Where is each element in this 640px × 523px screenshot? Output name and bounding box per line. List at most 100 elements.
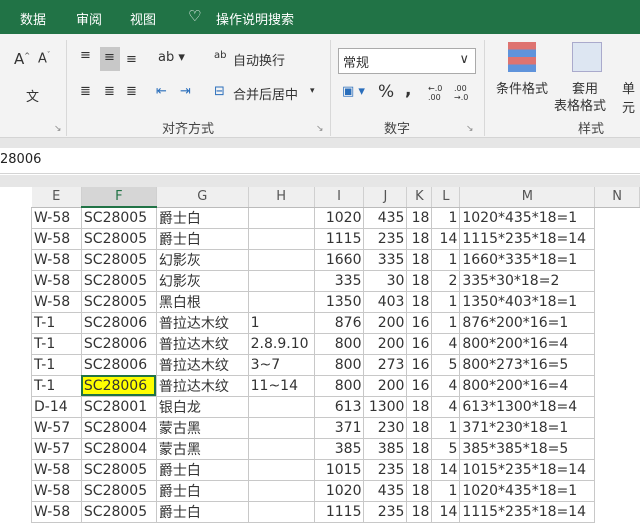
column-header-F[interactable]: F bbox=[81, 187, 157, 208]
cell-G[interactable]: 普拉达木纹 bbox=[155, 332, 249, 355]
cell-G[interactable]: 黑白根 bbox=[155, 290, 249, 313]
cell-N[interactable] bbox=[595, 438, 640, 459]
tell-me-search[interactable]: 操作说明搜索 bbox=[216, 9, 294, 28]
decrease-font-icon[interactable]: Aˇ bbox=[38, 51, 50, 66]
cell-N[interactable] bbox=[595, 291, 640, 312]
number-format-select[interactable]: 常规 ∨ bbox=[338, 48, 476, 74]
percent-button[interactable]: % bbox=[378, 82, 394, 102]
cell-E[interactable]: W-58 bbox=[31, 458, 82, 481]
cell-F[interactable]: SC28005 bbox=[80, 479, 157, 502]
align-right-icon[interactable]: ≣ bbox=[126, 84, 137, 99]
table-format-button-2[interactable]: 表格格式 bbox=[554, 95, 606, 114]
cell-H[interactable] bbox=[247, 269, 315, 292]
align-left-icon[interactable]: ≣ bbox=[80, 84, 91, 99]
cell-E[interactable]: T-1 bbox=[31, 311, 82, 334]
column-header-I[interactable]: I bbox=[314, 187, 365, 208]
cell-J[interactable]: 235 bbox=[363, 458, 408, 481]
cell-J[interactable]: 200 bbox=[363, 332, 408, 355]
cell-M[interactable]: 371*230*18=1 bbox=[459, 416, 596, 439]
cell-H[interactable] bbox=[247, 437, 315, 460]
chevron-down-icon[interactable]: ▾ bbox=[310, 86, 315, 96]
cell-L[interactable]: 1 bbox=[431, 290, 461, 313]
cell-N[interactable] bbox=[595, 396, 640, 417]
cell-L[interactable]: 14 bbox=[431, 458, 461, 481]
conditional-format-button[interactable]: 条件格式 bbox=[496, 78, 548, 97]
cell-E[interactable]: D-14 bbox=[31, 395, 82, 418]
cell-F[interactable]: SC28006 bbox=[80, 332, 157, 355]
cell-I[interactable]: 800 bbox=[313, 353, 365, 376]
cell-G[interactable]: 普拉达木纹 bbox=[155, 311, 249, 334]
cell-N[interactable] bbox=[595, 459, 640, 480]
cell-F[interactable]: SC28006 bbox=[80, 311, 157, 334]
cell-I[interactable]: 1115 bbox=[313, 500, 365, 523]
cell-F[interactable]: SC28004 bbox=[80, 437, 157, 460]
cell-M[interactable]: 385*385*18=5 bbox=[459, 437, 596, 460]
phonetic-icon[interactable]: 文 bbox=[26, 86, 39, 105]
cell-N[interactable] bbox=[595, 354, 640, 375]
cell-K[interactable]: 18 bbox=[406, 248, 433, 271]
cell-G[interactable]: 爵士白 bbox=[155, 227, 249, 250]
cell-E[interactable]: W-58 bbox=[31, 500, 82, 523]
cell-I[interactable]: 335 bbox=[313, 269, 365, 292]
cell-J[interactable]: 1300 bbox=[363, 395, 408, 418]
cell-I[interactable]: 1020 bbox=[313, 206, 365, 229]
comma-button[interactable]: , bbox=[405, 80, 411, 100]
cell-L[interactable]: 1 bbox=[431, 311, 461, 334]
formula-bar[interactable]: 28006 bbox=[0, 148, 640, 174]
column-header-M[interactable]: M bbox=[459, 187, 596, 208]
cell-J[interactable]: 273 bbox=[363, 353, 408, 376]
cell-N[interactable] bbox=[595, 480, 640, 501]
cell-F[interactable]: SC28005 bbox=[80, 290, 157, 313]
cell-J[interactable]: 403 bbox=[363, 290, 408, 313]
cell-E[interactable]: T-1 bbox=[31, 374, 82, 397]
cell-K[interactable]: 18 bbox=[406, 206, 433, 229]
cell-L[interactable]: 14 bbox=[431, 500, 461, 523]
align-top-icon[interactable]: ≡ bbox=[80, 48, 91, 63]
cell-I[interactable]: 800 bbox=[313, 374, 365, 397]
cell-I[interactable]: 800 bbox=[313, 332, 365, 355]
cell-M[interactable]: 800*200*16=4 bbox=[459, 332, 596, 355]
cell-F[interactable]: SC28005 bbox=[80, 269, 157, 292]
cell-K[interactable]: 18 bbox=[406, 416, 433, 439]
cell-G[interactable]: 蒙古黑 bbox=[155, 437, 249, 460]
cell-K[interactable]: 16 bbox=[406, 374, 433, 397]
cell-I[interactable]: 613 bbox=[313, 395, 365, 418]
cell-I[interactable]: 1015 bbox=[313, 458, 365, 481]
cell-K[interactable]: 16 bbox=[406, 311, 433, 334]
cell-M[interactable]: 800*200*16=4 bbox=[459, 374, 596, 397]
cell-M[interactable]: 1660*335*18=1 bbox=[459, 248, 596, 271]
cell-F[interactable]: SC28006 bbox=[80, 374, 157, 397]
wrap-text-button[interactable]: 自动换行 bbox=[233, 50, 285, 69]
decrease-decimal-button[interactable]: .00 →.0 bbox=[454, 84, 476, 102]
cell-H[interactable] bbox=[247, 458, 315, 481]
cell-L[interactable]: 5 bbox=[431, 437, 461, 460]
cell-K[interactable]: 18 bbox=[406, 269, 433, 292]
cell-H[interactable]: 3~7 bbox=[247, 353, 315, 376]
cell-K[interactable]: 18 bbox=[406, 395, 433, 418]
cell-H[interactable] bbox=[247, 290, 315, 313]
column-header-J[interactable]: J bbox=[363, 187, 408, 208]
cell-G[interactable]: 爵士白 bbox=[155, 206, 249, 229]
cell-M[interactable]: 1115*235*18=14 bbox=[459, 500, 596, 523]
cell-J[interactable]: 200 bbox=[363, 374, 408, 397]
cell-L[interactable]: 4 bbox=[431, 332, 461, 355]
cell-K[interactable]: 18 bbox=[406, 500, 433, 523]
cell-E[interactable]: W-57 bbox=[31, 437, 82, 460]
cell-E[interactable]: W-58 bbox=[31, 290, 82, 313]
cell-G[interactable]: 爵士白 bbox=[155, 500, 249, 523]
align-center-icon[interactable]: ≣ bbox=[104, 84, 115, 99]
align-middle-icon[interactable]: ≡ bbox=[104, 50, 115, 65]
cell-H[interactable]: 11~14 bbox=[247, 374, 315, 397]
cell-H[interactable] bbox=[247, 395, 315, 418]
cell-N[interactable] bbox=[595, 333, 640, 354]
cell-N[interactable] bbox=[595, 207, 640, 228]
increase-indent-icon[interactable]: ⇥ bbox=[180, 84, 191, 99]
cell-G[interactable]: 幻影灰 bbox=[155, 248, 249, 271]
cell-N[interactable] bbox=[595, 270, 640, 291]
cell-J[interactable]: 235 bbox=[363, 500, 408, 523]
cell-L[interactable]: 4 bbox=[431, 395, 461, 418]
cell-E[interactable]: W-58 bbox=[31, 206, 82, 229]
cell-J[interactable]: 230 bbox=[363, 416, 408, 439]
column-header-N[interactable]: N bbox=[594, 187, 640, 208]
cell-K[interactable]: 18 bbox=[406, 458, 433, 481]
